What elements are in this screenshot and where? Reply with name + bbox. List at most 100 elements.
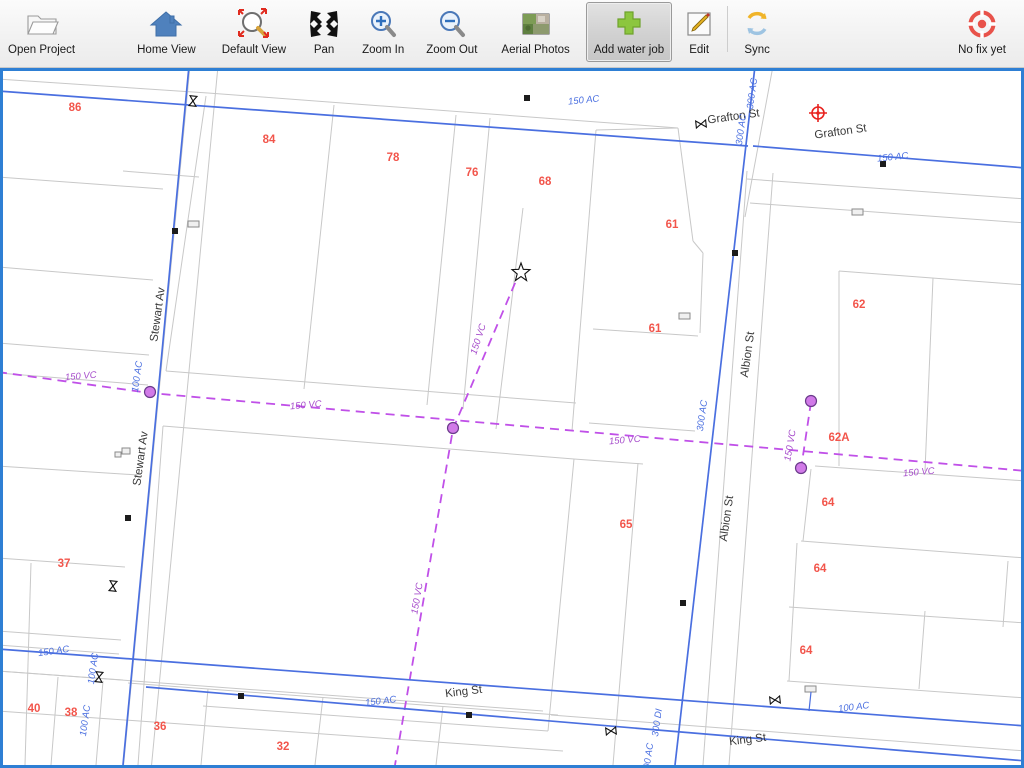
map-canvas[interactable]: 86 84 78 76 68 61 61 62 62A 64 64 64 65 … [0,68,1024,768]
toolbar-button-default-view[interactable]: Default View [214,2,294,62]
hydrant-box[interactable] [678,312,691,320]
node-square[interactable] [172,228,178,234]
hydrant-box[interactable] [114,451,122,458]
gps-status-button[interactable]: No fix yet [950,2,1014,62]
hydrant-box[interactable] [804,685,817,693]
gps-crosshair-marker[interactable] [809,104,827,122]
parcel-number: 62 [853,299,866,311]
node-square[interactable] [524,95,530,101]
parcel-number: 86 [69,102,82,114]
parcel-number: 61 [649,323,662,335]
pipe-label: 150 VC [290,399,323,413]
main-toolbar: Open Project Home View Default View Pan … [0,0,1024,68]
node-vc-junction[interactable] [794,461,808,475]
parcel-number: 62A [828,432,849,444]
street-label: Albion St [718,494,736,542]
parcel-number: 64 [800,645,813,657]
toolbar-button-edit[interactable]: Edit [676,2,722,62]
hydrant-box[interactable] [187,220,200,228]
parcel-number: 64 [814,563,827,575]
valve-symbol[interactable] [695,118,707,130]
toolbar-label-home-view: Home View [137,44,196,56]
map-node-markers[interactable] [93,95,886,737]
node-square[interactable] [238,693,244,699]
pipe-label: 150 VC [65,370,98,384]
gps-target-icon [966,5,998,43]
magnifier-reset-icon [236,5,272,43]
toolbar-label-add-water-job: Add water job [593,44,665,56]
parcel-number: 76 [466,167,479,179]
pipe-label: 100 AC [837,700,870,715]
toolbar-label-pan: Pan [313,44,335,56]
toolbar-button-home-view[interactable]: Home View [129,2,204,62]
pipe-label: 150 AC [568,93,600,107]
parcel-number: 68 [539,176,552,188]
toolbar-label-aerial-photos: Aerial Photos [501,44,570,56]
street-label: King St [445,684,484,701]
parcel-number: 37 [58,558,71,570]
pipe-label: 150 VC [903,466,936,480]
pipe-label: 300 AC [641,742,656,765]
folder-icon [25,5,59,43]
toolbar-label-sync: Sync [744,44,770,56]
gps-status-label: No fix yet [958,44,1006,56]
toolbar-label-open-project: Open Project [8,44,76,56]
toolbar-label-edit: Edit [689,44,710,56]
hydrant-box[interactable] [851,208,864,216]
pencil-edit-icon [684,5,714,43]
water-mains-vc[interactable] [3,268,1021,765]
pipe-label: 150 AC [877,150,909,164]
parcel-number: 64 [822,497,835,509]
parcel-number: 84 [263,134,276,146]
parcel-number: 32 [277,741,290,753]
pipe-label: 300 AC [745,77,760,110]
toolbar-label-zoom-in: Zoom In [362,44,405,56]
pipe-label: 150 AC [364,694,397,709]
zoom-out-icon [436,5,468,43]
toolbar-button-zoom-out[interactable]: Zoom Out [418,2,485,62]
street-label: Stewart Av [131,430,151,486]
toolbar-separator [727,6,729,52]
street-label: Grafton St [814,122,868,141]
sync-refresh-icon [741,5,773,43]
toolbar-button-aerial-photos[interactable]: Aerial Photos [493,2,577,62]
valve-symbol[interactable] [769,694,781,706]
pan-arrows-icon [308,5,340,43]
pipe-label: 150 VC [468,322,488,356]
green-plus-icon [612,5,646,43]
water-mains-ac[interactable] [3,71,1021,765]
valve-symbol[interactable] [107,580,119,592]
toolbar-button-add-water-job[interactable]: Add water job [585,2,673,62]
node-square[interactable] [125,515,131,521]
application-window: Open Project Home View Default View Pan … [0,0,1024,768]
hydrant-box[interactable] [121,447,131,455]
street-label: Albion St [739,330,757,378]
pipe-label: 300 DI [650,708,665,738]
node-vc-junction[interactable] [143,385,157,399]
toolbar-button-pan[interactable]: Pan [300,2,348,62]
node-square[interactable] [680,600,686,606]
toolbar-button-zoom-in[interactable]: Zoom In [354,2,412,62]
parcel-number: 61 [666,219,679,231]
pipe-label: 150 VC [782,429,798,462]
parcel-number: 38 [65,707,78,719]
pipe-label: 100 AC [78,704,93,737]
parcel-number: 65 [620,519,633,531]
pipe-label: 150 AC [37,644,70,659]
valve-symbol[interactable] [605,725,617,737]
node-square[interactable] [732,250,738,256]
toolbar-button-open-project[interactable]: Open Project [0,2,83,62]
node-vc-junction[interactable] [446,421,460,435]
pipe-label: 100 AC [130,360,145,393]
toolbar-button-sync[interactable]: Sync [733,2,781,62]
home-icon [149,5,183,43]
street-label: King St [729,732,768,749]
toolbar-label-default-view: Default View [221,44,287,56]
pipe-label: 150 VC [609,434,642,448]
parcel-number: 36 [154,721,167,733]
map-vector-layer[interactable]: 86 84 78 76 68 61 61 62 62A 64 64 64 65 … [3,71,1021,765]
pipe-label: 300 AC [695,399,710,432]
node-square[interactable] [466,712,472,718]
node-vc-junction[interactable] [804,394,818,408]
zoom-in-icon [367,5,399,43]
